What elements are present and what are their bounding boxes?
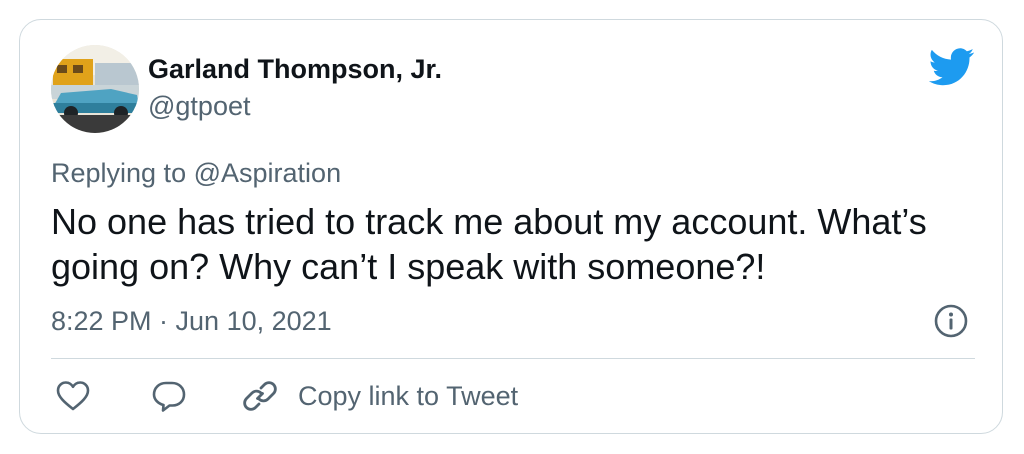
link-icon [243, 381, 277, 411]
avatar-image [51, 45, 139, 133]
copy-link-button[interactable]: Copy link to Tweet [242, 378, 518, 414]
author-name[interactable]: Garland Thompson, Jr. [148, 53, 442, 85]
replying-to-handle[interactable]: @Aspiration [194, 158, 341, 188]
avatar[interactable] [51, 45, 139, 133]
copy-link-label: Copy link to Tweet [298, 381, 519, 411]
twitter-bird-icon[interactable] [929, 48, 975, 86]
tweet-card[interactable]: Garland Thompson, Jr. @gtpoet Replying t… [19, 19, 1003, 434]
tweet-timestamp[interactable]: 8:22 PM · Jun 10, 2021 [51, 305, 332, 337]
speech-bubble-icon[interactable] [152, 380, 186, 412]
tweet-text: No one has tried to track me about my ac… [51, 201, 927, 287]
replying-to: Replying to @Aspiration [51, 157, 341, 189]
heart-icon[interactable] [56, 380, 90, 412]
author-handle[interactable]: @gtpoet [148, 90, 250, 122]
info-icon[interactable] [934, 304, 968, 338]
divider [51, 358, 975, 359]
replying-to-label: Replying to [51, 158, 187, 188]
